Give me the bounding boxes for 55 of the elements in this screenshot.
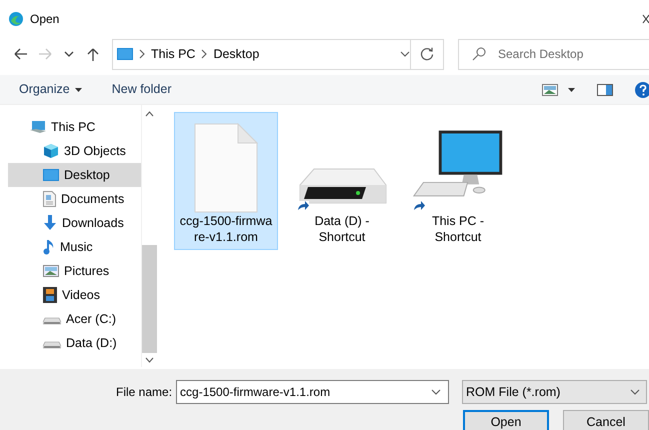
sidebar-item[interactable]: Documents bbox=[8, 187, 141, 211]
chevron-icon bbox=[201, 49, 208, 59]
forward-arrow-icon bbox=[37, 47, 53, 61]
scrollbar-thumb[interactable] bbox=[142, 245, 157, 353]
scroll-up-icon[interactable] bbox=[145, 111, 154, 117]
monitor-icon bbox=[43, 169, 59, 181]
document-icon bbox=[43, 191, 56, 207]
open-button[interactable]: Open bbox=[463, 410, 549, 430]
sidebar-item[interactable]: Music bbox=[8, 235, 141, 259]
sidebar-item[interactable]: 3D Objects bbox=[8, 139, 141, 163]
toolbar-button[interactable]: New folder bbox=[112, 80, 172, 99]
preview-pane-icon[interactable] bbox=[597, 84, 613, 96]
dropdown-icon[interactable] bbox=[431, 389, 442, 395]
sidebar-item[interactable]: Videos bbox=[8, 283, 141, 307]
chevron-icon bbox=[139, 49, 145, 59]
app-icon bbox=[8, 11, 24, 27]
window-title: Open bbox=[30, 11, 60, 28]
breadcrumb[interactable]: This PC bbox=[151, 44, 196, 64]
help-icon[interactable] bbox=[633, 80, 649, 98]
sidebar-item[interactable]: Data (D:) bbox=[8, 331, 141, 355]
back-arrow-icon bbox=[13, 47, 29, 61]
close-icon[interactable] bbox=[642, 14, 649, 24]
film-icon bbox=[43, 287, 57, 303]
dropdown-icon bbox=[630, 389, 640, 395]
file-item[interactable]: ccg-1500-firmwa re-v1.1.rom bbox=[174, 112, 278, 250]
sidebar-item[interactable]: Pictures bbox=[8, 259, 141, 283]
search-field[interactable]: Search Desktop bbox=[458, 38, 649, 70]
refresh-icon[interactable] bbox=[420, 47, 434, 61]
sidebar-item[interactable]: Downloads bbox=[8, 211, 141, 235]
sidebar-item[interactable]: This PC bbox=[8, 115, 141, 139]
file-name-field[interactable]: ccg-1500-firmware-v1.1.rom bbox=[176, 380, 450, 404]
scroll-down-icon[interactable] bbox=[145, 357, 154, 363]
music-note-icon bbox=[43, 239, 55, 255]
dropdown-icon[interactable] bbox=[400, 51, 410, 57]
view-icon[interactable] bbox=[542, 84, 558, 96]
cube-icon bbox=[43, 143, 59, 159]
monitor-icon bbox=[117, 48, 133, 60]
sidebar-item[interactable]: Desktop bbox=[8, 163, 141, 187]
up-arrow-icon bbox=[85, 47, 101, 61]
file-type-dropdown[interactable]: ROM File (*.rom) bbox=[462, 380, 648, 404]
scrollbar[interactable] bbox=[141, 105, 157, 367]
sidebar-item[interactable]: Acer (C:) bbox=[8, 307, 141, 331]
caret-icon[interactable] bbox=[568, 88, 575, 92]
breadcrumb[interactable]: Desktop bbox=[213, 44, 260, 64]
file-item[interactable]: Data (D) - Shortcut bbox=[290, 112, 394, 250]
picture-icon bbox=[43, 265, 59, 277]
blank-file-icon bbox=[194, 123, 258, 213]
caret-icon bbox=[74, 88, 82, 92]
download-arrow-icon bbox=[43, 215, 57, 231]
address-bar[interactable]: This PC Desktop bbox=[112, 38, 444, 70]
file-item[interactable]: This PC - Shortcut bbox=[406, 112, 510, 250]
computer-icon bbox=[30, 120, 46, 134]
file-name-label: File name: bbox=[116, 384, 172, 401]
toolbar-button[interactable]: Organize bbox=[19, 80, 82, 99]
cancel-button[interactable]: Cancel bbox=[563, 410, 649, 430]
